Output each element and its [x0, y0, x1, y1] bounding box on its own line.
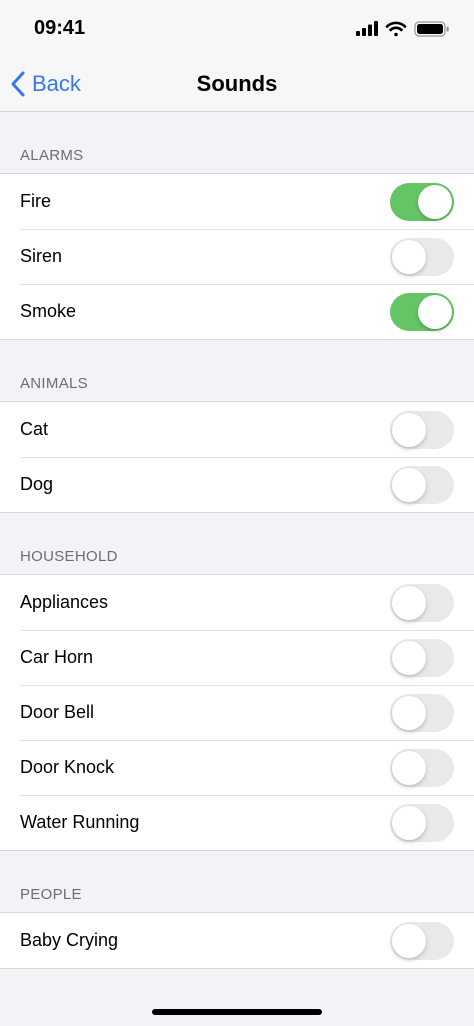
list-item: Siren [0, 229, 474, 284]
page-title: Sounds [196, 71, 278, 96]
row-label: Fire [20, 191, 51, 211]
status-bar: 09:41 [0, 0, 474, 58]
navigation-bar: Back Sounds [0, 58, 474, 112]
row-label: Siren [20, 246, 63, 266]
row-label: Door Knock [20, 757, 115, 777]
list-item: Water Running [0, 795, 474, 850]
fire-toggle[interactable] [390, 183, 454, 221]
smoke-toggle[interactable] [390, 293, 454, 331]
battery-icon [414, 21, 449, 37]
water-running-toggle[interactable] [390, 804, 454, 842]
toggle-knob [418, 185, 452, 219]
section-group-alarms: Fire Siren Smoke [0, 173, 474, 340]
list-item: Dog [0, 457, 474, 512]
dog-toggle[interactable] [390, 466, 454, 504]
list-item: Door Bell [0, 685, 474, 740]
cellular-signal-icon [356, 21, 378, 36]
section-group-people: Baby Crying [0, 912, 474, 969]
row-label: Car Horn [20, 647, 94, 667]
row-label: Water Running [20, 812, 140, 832]
baby-crying-toggle[interactable] [390, 922, 454, 960]
section-header-household: HOUSEHOLD [20, 548, 118, 565]
toggle-knob [392, 641, 426, 675]
toggle-knob [392, 468, 426, 502]
section-group-household: Appliances Car Horn Door Bell Door Knock… [0, 574, 474, 851]
row-label: Baby Crying [20, 930, 119, 950]
car-horn-toggle[interactable] [390, 639, 454, 677]
siren-toggle[interactable] [390, 238, 454, 276]
wifi-icon [385, 21, 407, 37]
list-item: Car Horn [0, 630, 474, 685]
toggle-knob [392, 240, 426, 274]
toggle-knob [392, 806, 426, 840]
list-item: Smoke [0, 284, 474, 339]
row-label: Door Bell [20, 702, 95, 722]
section-group-animals: Cat Dog [0, 401, 474, 513]
section-header-alarms: ALARMS [20, 147, 84, 164]
list-item: Door Knock [0, 740, 474, 795]
list-item: Cat [0, 402, 474, 457]
status-icons [356, 19, 456, 39]
list-item: Fire [0, 174, 474, 229]
cat-toggle[interactable] [390, 411, 454, 449]
status-time: 09:41 [34, 17, 86, 39]
list-item: Appliances [0, 575, 474, 630]
toggle-knob [392, 586, 426, 620]
row-label: Dog [20, 474, 54, 494]
home-indicator[interactable] [152, 1009, 322, 1015]
settings-list: ALARMS Fire Siren Smoke ANIMALS Cat Dog … [0, 112, 474, 969]
appliances-toggle[interactable] [390, 584, 454, 622]
toggle-knob [418, 295, 452, 329]
row-label: Appliances [20, 592, 109, 612]
toggle-knob [392, 751, 426, 785]
row-label: Cat [20, 419, 49, 439]
door-knock-toggle[interactable] [390, 749, 454, 787]
row-label: Smoke [20, 301, 77, 321]
section-header-animals: ANIMALS [20, 375, 88, 392]
toggle-knob [392, 924, 426, 958]
toggle-knob [392, 413, 426, 447]
list-item: Baby Crying [0, 913, 474, 968]
door-bell-toggle[interactable] [390, 694, 454, 732]
toggle-knob [392, 696, 426, 730]
section-header-people: PEOPLE [20, 886, 82, 903]
